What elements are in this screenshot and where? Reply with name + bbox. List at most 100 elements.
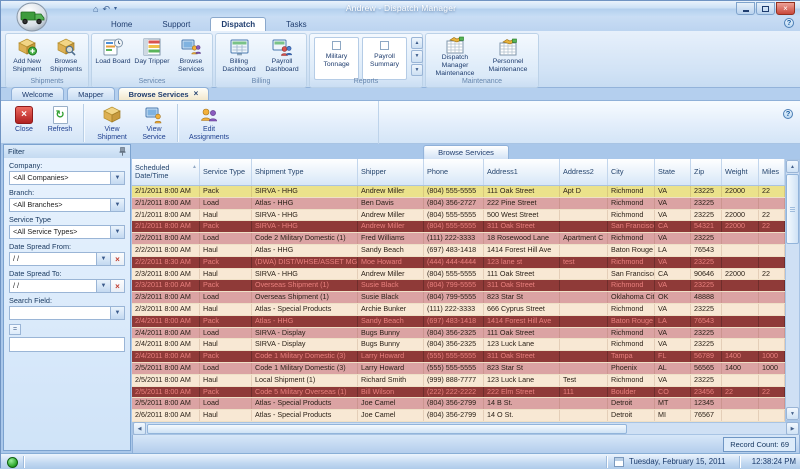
help-icon[interactable]: ? — [783, 109, 793, 119]
qat-customize-icon[interactable]: ▾ — [114, 4, 117, 14]
clear-date-icon[interactable]: × — [111, 252, 125, 266]
search-operator-button[interactable]: = — [9, 324, 21, 335]
gallery-up-icon[interactable]: ▲ — [411, 37, 423, 49]
search-field-input[interactable] — [9, 306, 110, 320]
date-spread-from-input[interactable]: / / — [9, 252, 96, 266]
checkbox-icon[interactable] — [380, 41, 389, 50]
load-board-button[interactable]: Load Board — [94, 35, 132, 76]
grid-row[interactable]: 2/6/2011 8:00 AMHaulAtlas - Special Prod… — [132, 410, 785, 422]
view-shipment-button[interactable]: View Shipment — [91, 103, 133, 142]
column-header-miles[interactable]: Miles — [759, 159, 785, 185]
column-header-zip[interactable]: Zip — [691, 159, 722, 185]
browse-services-button[interactable]: Browse Services — [172, 35, 210, 76]
dropdown-icon[interactable]: ▼ — [110, 171, 125, 185]
grid-row[interactable]: 2/1/2011 8:00 AMPackSIRVA - HHGAndrew Mi… — [132, 186, 785, 198]
home-icon[interactable]: ⌂ — [93, 4, 98, 14]
close-tab-button[interactable]: × Close — [9, 103, 39, 134]
service-type-input[interactable]: <All Service Types> — [9, 225, 110, 239]
column-header-shipper[interactable]: Shipper — [358, 159, 424, 185]
grid-row[interactable]: 2/2/2011 8:00 AMHaulAtlas - HHGSandy Bea… — [132, 245, 785, 257]
horizontal-scrollbar[interactable]: ◀ ▶ — [132, 422, 800, 435]
dispatch-manager-maintenance-button[interactable]: Dispatch Manager Maintenance — [428, 35, 482, 76]
undo-icon[interactable]: ↶ — [102, 4, 110, 14]
gallery-down-icon[interactable]: ▼ — [411, 50, 423, 62]
billing-dashboard-button[interactable]: Billing Dashboard — [218, 35, 260, 76]
checkbox-icon[interactable] — [332, 41, 341, 50]
column-header-city[interactable]: City — [608, 159, 655, 185]
vertical-scrollbar[interactable]: ▲ ▼ — [785, 159, 800, 421]
company-input[interactable]: <All Companies> — [9, 171, 110, 185]
branch-input[interactable]: <All Branches> — [9, 198, 110, 212]
grid-row[interactable]: 2/3/2011 8:00 AMPackOverseas Shipment (1… — [132, 280, 785, 292]
grid-row[interactable]: 2/5/2011 8:00 AMLoadAtlas - Special Prod… — [132, 398, 785, 410]
ribbon-tab-home[interactable]: Home — [101, 17, 142, 31]
column-header-address2[interactable]: Address2 — [560, 159, 608, 185]
minimize-button[interactable] — [736, 2, 755, 15]
grid-row[interactable]: 2/1/2011 8:00 AMLoadAtlas - HHGBen Davis… — [132, 198, 785, 210]
grid-row[interactable]: 2/2/2011 8:00 AMLoadCode 2 Military Dome… — [132, 233, 785, 245]
date-spread-to-input[interactable]: / / — [9, 279, 96, 293]
grid-cell: 2/4/2011 8:00 AM — [132, 339, 200, 350]
column-header-scheduled-date-time[interactable]: Scheduled Date/Time▲ — [132, 159, 200, 185]
column-header-service-type[interactable]: Service Type — [200, 159, 252, 185]
column-header-shipment-type[interactable]: Shipment Type — [252, 159, 358, 185]
vertical-scroll-thumb[interactable] — [786, 174, 799, 244]
payroll-dashboard-button[interactable]: Payroll Dashboard — [261, 35, 303, 76]
grid-row[interactable]: 2/1/2011 8:00 AMPackSIRVA - HHGAndrew Mi… — [132, 221, 785, 233]
grid-cell: (DWA) DIST/WHSE/ASSET MGT (1) — [252, 257, 358, 268]
column-header-phone[interactable]: Phone — [424, 159, 484, 185]
scroll-down-icon[interactable]: ▼ — [786, 407, 799, 420]
view-service-button[interactable]: View Service — [137, 103, 171, 142]
ribbon-tab-support[interactable]: Support — [152, 17, 200, 31]
day-tripper-button[interactable]: Day Tripper — [133, 35, 171, 76]
document-tab-welcome[interactable]: Welcome — [11, 87, 64, 100]
pin-icon[interactable] — [119, 147, 126, 156]
edit-assignments-button[interactable]: Edit Assignments — [185, 103, 233, 142]
search-value-input[interactable] — [9, 337, 125, 352]
panel-title-tab[interactable]: Browse Services — [423, 145, 509, 159]
grid-row[interactable]: 2/5/2011 8:00 AMPackCode 5 Military Over… — [132, 387, 785, 399]
gallery-expand-icon[interactable]: ▼ — [411, 64, 423, 76]
browse-shipments-button[interactable]: Browse Shipments — [47, 35, 85, 76]
dropdown-icon[interactable]: ▼ — [110, 225, 125, 239]
military-tonnage-item[interactable]: Military Tonnage — [314, 37, 359, 80]
grid-row[interactable]: 2/1/2011 8:00 AMHaulSIRVA - HHGAndrew Mi… — [132, 210, 785, 222]
scroll-right-icon[interactable]: ▶ — [786, 422, 799, 435]
ribbon-tab-tasks[interactable]: Tasks — [276, 17, 316, 31]
scroll-up-icon[interactable]: ▲ — [786, 160, 799, 173]
personnel-maintenance-button[interactable]: Personnel Maintenance — [483, 35, 533, 76]
dropdown-icon[interactable]: ▼ — [96, 252, 111, 266]
clear-date-icon[interactable]: × — [111, 279, 125, 293]
tab-close-icon[interactable]: × — [194, 90, 199, 98]
help-icon[interactable]: ? — [784, 18, 794, 28]
grid-row[interactable]: 2/5/2011 8:00 AMLoadCode 1 Military Dome… — [132, 363, 785, 375]
grid-cell: (804) 555-5555 — [424, 186, 484, 197]
grid-row[interactable]: 2/4/2011 8:00 AMHaulSIRVA - DisplayBugs … — [132, 339, 785, 351]
column-header-state[interactable]: State — [655, 159, 691, 185]
grid-row[interactable]: 2/3/2011 8:00 AMLoadOverseas Shipment (1… — [132, 292, 785, 304]
grid-row[interactable]: 2/2/2011 8:30 AMPack(DWA) DIST/WHSE/ASSE… — [132, 257, 785, 269]
app-logo-truck-icon[interactable] — [11, 2, 57, 34]
grid-row[interactable]: 2/5/2011 8:00 AMHaulLocal Shipment (1)Ri… — [132, 375, 785, 387]
document-tab-browse-services[interactable]: Browse Services× — [118, 87, 210, 100]
grid-row[interactable]: 2/4/2011 8:00 AMPackCode 1 Military Dome… — [132, 351, 785, 363]
column-header-weight[interactable]: Weight — [722, 159, 759, 185]
dropdown-icon[interactable]: ▼ — [96, 279, 111, 293]
payroll-summary-item[interactable]: Payroll Summary — [362, 37, 407, 80]
scroll-left-icon[interactable]: ◀ — [133, 422, 146, 435]
ribbon-tab-dispatch[interactable]: Dispatch — [210, 17, 266, 31]
add-new-shipment-button[interactable]: Add New Shipment — [8, 35, 46, 76]
horizontal-scroll-thumb[interactable] — [147, 424, 627, 434]
grid-row[interactable]: 2/4/2011 8:00 AMLoadSIRVA - DisplayBugs … — [132, 328, 785, 340]
maximize-button[interactable] — [756, 2, 775, 15]
column-header-address1[interactable]: Address1 — [484, 159, 560, 185]
grid-cell: 2/1/2011 8:00 AM — [132, 198, 200, 209]
dropdown-icon[interactable]: ▼ — [110, 306, 125, 320]
refresh-button[interactable]: ↻ Refresh — [43, 103, 77, 134]
grid-row[interactable]: 2/4/2011 8:00 AMPackAtlas - HHGSandy Bea… — [132, 316, 785, 328]
grid-row[interactable]: 2/3/2011 8:00 AMHaulSIRVA - HHGAndrew Mi… — [132, 269, 785, 281]
document-tab-mapper[interactable]: Mapper — [67, 87, 114, 100]
close-window-button[interactable]: × — [776, 2, 795, 15]
dropdown-icon[interactable]: ▼ — [110, 198, 125, 212]
grid-row[interactable]: 2/3/2011 8:00 AMHaulAtlas - Special Prod… — [132, 304, 785, 316]
